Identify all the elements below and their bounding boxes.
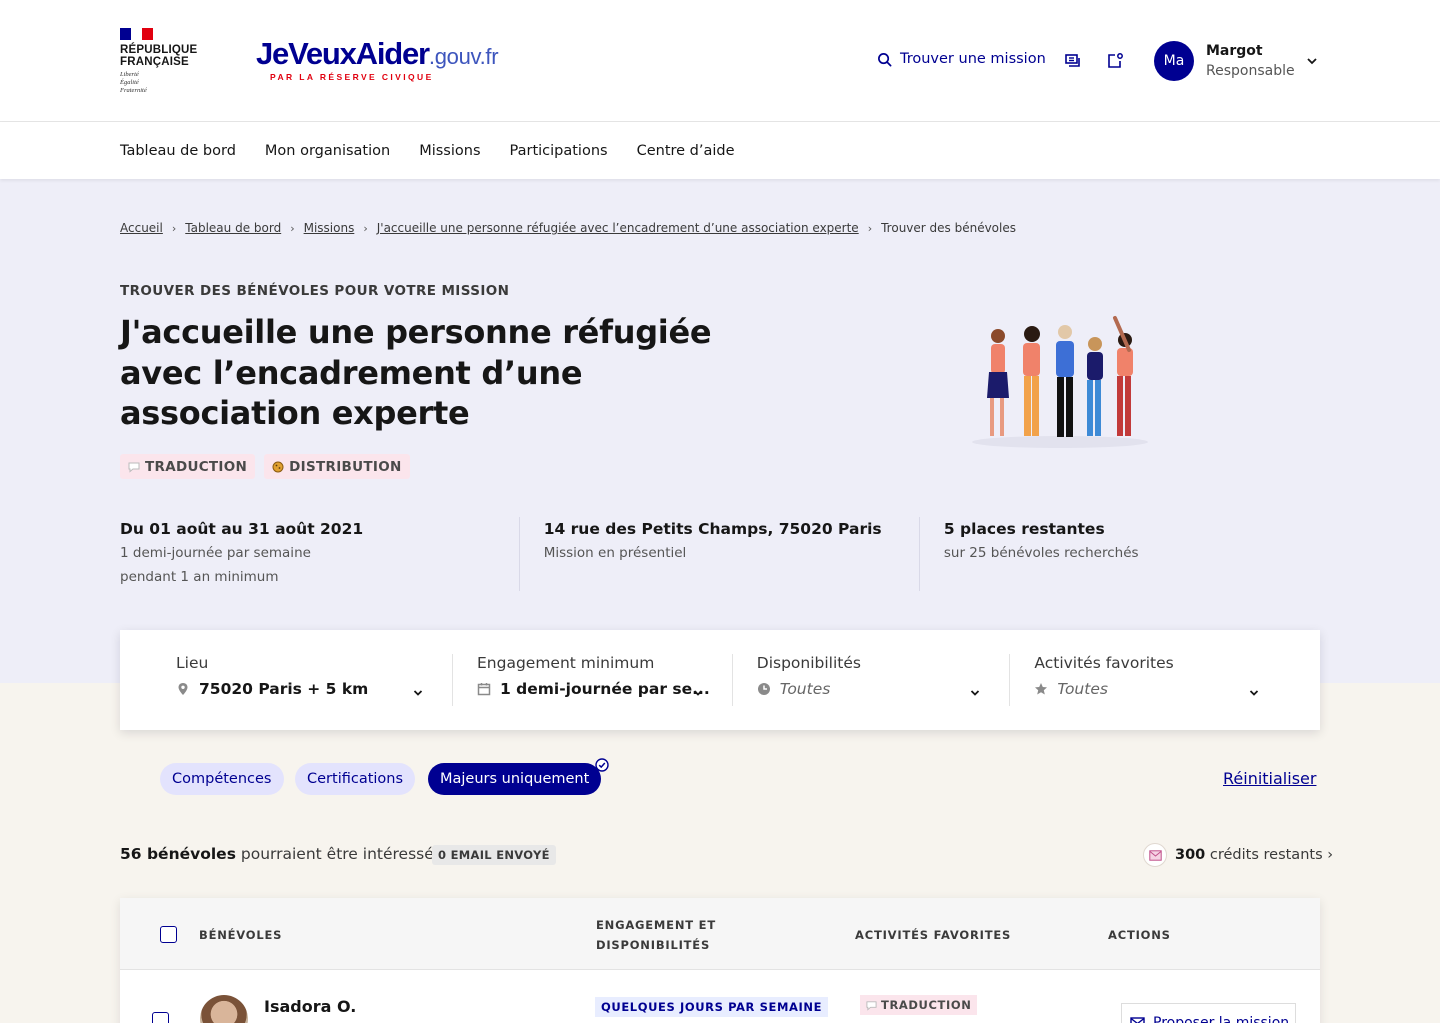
- activity-tag: TRADUCTION: [860, 995, 978, 1015]
- user-name[interactable]: Margot: [1206, 43, 1263, 59]
- table-header: BÉNÉVOLES ENGAGEMENT ET DISPONIBILITÉS A…: [120, 898, 1320, 970]
- tag-translation: TRADUCTION: [120, 454, 256, 479]
- results-count: 56 bénévoles pourraient être intéressés: [120, 845, 442, 863]
- breadcrumb-missions[interactable]: Missions: [304, 221, 355, 235]
- breadcrumb-current: Trouver des bénévoles: [881, 221, 1016, 235]
- main-nav: Tableau de bord Mon organisation Mission…: [0, 122, 1440, 179]
- nav-help-center[interactable]: Centre d’aide: [637, 143, 735, 159]
- tag-distribution: DISTRIBUTION: [264, 454, 410, 479]
- clock-icon: [757, 683, 770, 695]
- star-icon: [1035, 683, 1048, 695]
- volunteer-name[interactable]: Isadora O.: [264, 997, 356, 1016]
- chevron-down-icon: [971, 690, 980, 696]
- brand-logo[interactable]: JeVeuxAider.gouv.fr PAR LA RÉSERVE CIVIQ…: [256, 36, 499, 82]
- breadcrumb-mission[interactable]: J'accueille une personne réfugiée avec l…: [377, 221, 859, 235]
- filter-location[interactable]: Lieu 75020 Paris + 5 km: [176, 654, 453, 706]
- brand-name: JeVeuxAider: [256, 36, 430, 71]
- col-engagement: ENGAGEMENT ET DISPONIBILITÉS: [596, 918, 716, 952]
- mail-icon: [1130, 1017, 1145, 1023]
- credits-link[interactable]: 300 crédits restants ›: [1143, 843, 1333, 867]
- brand-suffix: .gouv.fr: [428, 44, 499, 69]
- speech-bubble-icon: [128, 462, 140, 473]
- filters-card: Lieu 75020 Paris + 5 km Engagement minim…: [120, 630, 1320, 730]
- filter-engagement[interactable]: Engagement minimum 1 demi-journée par se…: [453, 654, 733, 706]
- fact-places: 5 places restantes sur 25 bénévoles rech…: [943, 520, 1139, 561]
- breadcrumb: Accueil › Tableau de bord › Missions › J…: [120, 221, 1016, 235]
- breadcrumb-dashboard[interactable]: Tableau de bord: [185, 221, 281, 235]
- page-eyebrow: TROUVER DES BÉNÉVOLES POUR VOTRE MISSION: [120, 283, 510, 299]
- chevron-down-icon: [693, 690, 702, 696]
- col-actions: ACTIONS: [1108, 928, 1171, 942]
- filter-activities[interactable]: Activités favorites Toutes: [1010, 654, 1288, 706]
- page-title: J'accueille une personne réfugiée avec l…: [120, 313, 712, 432]
- email-sent-badge: 0 EMAIL ENVOYÉ: [432, 845, 556, 865]
- row-checkbox[interactable]: [152, 1012, 169, 1023]
- reset-filters-link[interactable]: Réinitialiser: [1223, 769, 1316, 788]
- mission-facts: Du 01 août au 31 août 2021 1 demi-journé…: [120, 517, 1320, 591]
- chevron-right-icon: ›: [171, 221, 177, 235]
- chevron-down-icon[interactable]: [1305, 54, 1319, 68]
- pill-skills[interactable]: Compétences: [160, 763, 284, 795]
- chevron-right-icon: ›: [363, 221, 368, 235]
- nav-dashboard[interactable]: Tableau de bord: [120, 143, 236, 159]
- map-pin-icon: [178, 683, 188, 695]
- messages-icon[interactable]: [1064, 52, 1082, 70]
- select-all-checkbox[interactable]: [160, 926, 177, 943]
- breadcrumb-home[interactable]: Accueil: [120, 221, 163, 235]
- volunteers-illustration: [972, 316, 1148, 448]
- find-mission-link[interactable]: Trouver une mission: [877, 51, 1046, 67]
- republique-francaise-logo[interactable]: République Française Liberté Égalité Frate…: [120, 28, 210, 95]
- calendar-icon: [477, 683, 491, 696]
- volunteers-table: BÉNÉVOLES ENGAGEMENT ET DISPONIBILITÉS A…: [120, 898, 1320, 1023]
- notifications-icon[interactable]: [1106, 52, 1124, 70]
- pill-certifications[interactable]: Certifications: [295, 763, 416, 795]
- motto: Liberté Égalité Fraternité: [120, 71, 147, 94]
- user-avatar[interactable]: Ma: [1154, 41, 1194, 81]
- nav-participations[interactable]: Participations: [510, 143, 608, 159]
- filter-availability[interactable]: Disponibilités Toutes: [733, 654, 1011, 706]
- engagement-badge: QUELQUES JOURS PAR SEMAINE: [595, 997, 829, 1017]
- chevron-right-icon: ›: [867, 221, 873, 235]
- chevron-down-icon: [1249, 690, 1259, 696]
- pill-adults-only[interactable]: Majeurs uniquement: [428, 758, 610, 795]
- republic-line-2: Française: [120, 56, 189, 68]
- republic-line-1: République: [120, 44, 198, 56]
- fact-address: 14 rue des Petits Champs, 75020 Paris Mi…: [520, 517, 920, 591]
- speech-bubble-icon: [866, 1000, 877, 1011]
- chevron-right-icon: ›: [290, 221, 295, 235]
- avatar: [200, 995, 248, 1023]
- pill-adults-only-label: Majeurs uniquement: [440, 771, 590, 787]
- french-flag-icon: [120, 28, 153, 40]
- fact-dates: Du 01 août au 31 août 2021 1 demi-journé…: [120, 517, 520, 591]
- mission-tags: TRADUCTION DISTRIBUTION: [120, 454, 410, 479]
- col-volunteers: BÉNÉVOLES: [199, 928, 283, 942]
- check-circle-icon: [595, 758, 610, 772]
- nav-organisation[interactable]: Mon organisation: [265, 143, 390, 159]
- col-activities: ACTIVITÉS FAVORITES: [855, 928, 1012, 942]
- cookie-icon: [272, 461, 284, 472]
- site-header: République Française Liberté Égalité Frate…: [0, 0, 1440, 122]
- find-mission-label: Trouver une mission: [900, 51, 1046, 67]
- mail-icon: [1143, 843, 1167, 867]
- user-role: Responsable: [1206, 63, 1295, 79]
- chevron-down-icon: [413, 690, 423, 696]
- search-icon: [878, 52, 892, 66]
- nav-missions[interactable]: Missions: [419, 143, 480, 159]
- propose-mission-button[interactable]: Proposer la mission: [1121, 1003, 1296, 1023]
